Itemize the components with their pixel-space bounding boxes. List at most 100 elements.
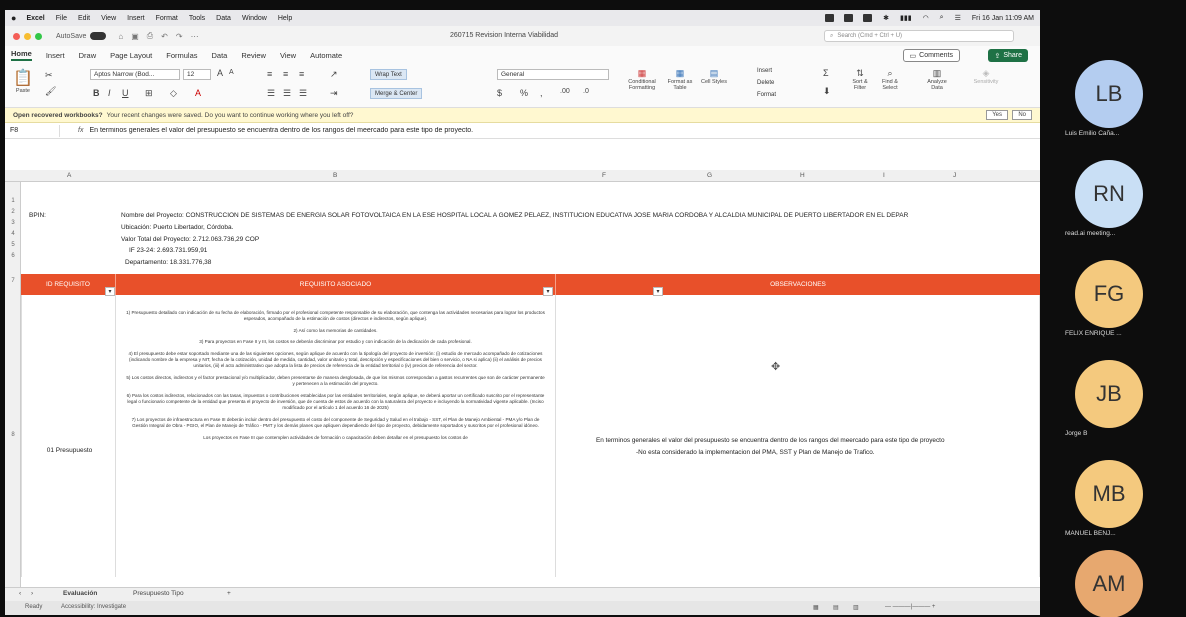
header-requisito-asociado[interactable]: REQUISITO ASOCIADO	[116, 274, 556, 295]
search-icon[interactable]: ⌕	[940, 14, 944, 22]
align-bottom-icon[interactable]: ≡	[299, 69, 304, 79]
fill-icon[interactable]: ⬇	[823, 86, 831, 97]
participant-tile[interactable]: FG FELIX ENRIQUE ...	[1055, 260, 1175, 360]
decrease-decimal-icon[interactable]: .0	[583, 88, 589, 95]
zoom-slider[interactable]: — ———|——— +	[885, 604, 935, 610]
wrap-text-button[interactable]: Wrap Text	[370, 69, 407, 80]
tab-automate[interactable]: Automate	[310, 51, 342, 60]
number-format-select[interactable]: General	[497, 69, 609, 80]
sort-filter-button[interactable]: ⇅ Sort & Filter	[847, 68, 873, 91]
normal-view-icon[interactable]: ▦	[813, 604, 819, 611]
home-icon[interactable]: ⌂	[118, 32, 123, 41]
tab-home[interactable]: Home	[11, 49, 32, 61]
analyze-data-button[interactable]: ▥ Analyze Data	[923, 68, 951, 91]
clock-text[interactable]: Fri 16 Jan 11:09 AM	[972, 15, 1034, 22]
delete-cells-button[interactable]: Delete	[757, 80, 774, 86]
menu-insert[interactable]: Insert	[127, 15, 145, 22]
next-sheet-icon[interactable]: ›	[31, 590, 33, 597]
italic-icon[interactable]: I	[108, 88, 111, 98]
tab-page-layout[interactable]: Page Layout	[110, 51, 152, 60]
participant-tile[interactable]: AM	[1055, 550, 1175, 617]
decrease-font-icon[interactable]: A	[229, 69, 234, 76]
menu-help[interactable]: Help	[278, 15, 292, 22]
tab-insert[interactable]: Insert	[46, 51, 65, 60]
format-cells-button[interactable]: Format	[757, 92, 776, 98]
paste-button[interactable]: 📋 Paste	[13, 68, 33, 94]
find-select-button[interactable]: ⌕ Find & Select	[877, 68, 903, 91]
comments-button[interactable]: ▭ Comments	[902, 49, 960, 62]
share-button[interactable]: ⇪ Share	[988, 49, 1028, 62]
menu-data[interactable]: Data	[216, 15, 231, 22]
notification-no-button[interactable]: No	[1012, 110, 1032, 120]
font-size-select[interactable]: 12	[183, 69, 211, 80]
format-painter-icon[interactable]: 🖌	[45, 86, 56, 97]
align-top-icon[interactable]: ≡	[267, 69, 272, 79]
align-right-icon[interactable]: ☰	[299, 88, 307, 99]
font-name-select[interactable]: Aptos Narrow (Bod...	[90, 69, 180, 80]
add-sheet-icon[interactable]: +	[227, 590, 231, 597]
column-header-j[interactable]: J	[953, 172, 956, 179]
cell-id-requisito[interactable]: 01 Presupuesto	[21, 295, 116, 577]
row-header-7[interactable]: 7	[5, 278, 21, 284]
insert-cells-button[interactable]: Insert	[757, 68, 772, 74]
column-header-h[interactable]: H	[800, 172, 805, 179]
cell-observaciones[interactable]: ✥ En terminos generales el valor del pre…	[556, 295, 1040, 577]
notification-yes-button[interactable]: Yes	[986, 110, 1008, 120]
sheet-tab-presupuesto-tipo[interactable]: Presupuesto Tipo	[133, 590, 184, 597]
undo-icon[interactable]: ↶	[161, 32, 168, 41]
tab-draw[interactable]: Draw	[79, 51, 97, 60]
row-header-4[interactable]: 4	[5, 231, 21, 237]
menu-format[interactable]: Format	[156, 15, 178, 22]
menu-tools[interactable]: Tools	[189, 15, 205, 22]
column-header-g[interactable]: G	[707, 172, 712, 179]
project-total-value[interactable]: Valor Total del Proyecto: 2.712.063.736,…	[121, 236, 259, 243]
cell-requisito-asociado[interactable]: 1) Presupuesto detallado con indicación …	[116, 295, 556, 577]
tab-review[interactable]: Review	[241, 51, 266, 60]
conditional-formatting-button[interactable]: ▦ Conditional Formatting	[625, 68, 659, 91]
merge-center-button[interactable]: Merge & Center	[370, 88, 423, 99]
menu-view[interactable]: View	[101, 15, 116, 22]
control-center-icon[interactable]: ☰	[955, 14, 961, 22]
more-icon[interactable]: ⋯	[191, 32, 199, 41]
row-header-8[interactable]: 8	[5, 432, 21, 438]
column-header-a[interactable]: A	[67, 172, 71, 179]
sensitivity-button[interactable]: ◈ Sensitivity	[970, 68, 1002, 85]
currency-icon[interactable]: $	[497, 88, 502, 98]
menu-window[interactable]: Window	[242, 15, 267, 22]
align-left-icon[interactable]: ☰	[267, 88, 275, 99]
cut-icon[interactable]: ✂	[45, 70, 53, 81]
battery-icon[interactable]: ▮▮▮	[900, 14, 912, 22]
format-as-table-button[interactable]: ▦ Format as Table	[665, 68, 695, 91]
sheet-tab-evaluacion[interactable]: Evaluación	[63, 590, 97, 597]
project-location[interactable]: Ubicación: Puerto Libertador, Córdoba.	[121, 224, 233, 231]
app-status-icon[interactable]	[863, 14, 873, 22]
comma-icon[interactable]: ,	[540, 88, 543, 98]
accessibility-status[interactable]: Accessibility: Investigate	[61, 604, 126, 610]
tab-data[interactable]: Data	[212, 51, 228, 60]
column-header-f[interactable]: F	[602, 172, 606, 179]
font-color-icon[interactable]: A	[195, 88, 201, 98]
prev-sheet-icon[interactable]: ‹	[19, 590, 21, 597]
page-break-view-icon[interactable]: ▥	[853, 604, 859, 611]
project-department-value[interactable]: Departamento: 18.331.776,38	[125, 259, 211, 266]
header-observaciones[interactable]: OBSERVACIONES	[556, 274, 1040, 295]
autosave-toggle[interactable]	[90, 32, 107, 40]
participant-tile[interactable]: MB MANUEL BENJ...	[1055, 460, 1175, 560]
project-name[interactable]: Nombre del Proyecto: CONSTRUCCIÓN DE SIS…	[121, 212, 1040, 219]
borders-icon[interactable]: ⊞	[145, 88, 153, 99]
tab-view[interactable]: View	[280, 51, 296, 60]
header-id-requisito[interactable]: ID REQUISITO	[21, 274, 116, 295]
tab-formulas[interactable]: Formulas	[166, 51, 197, 60]
formula-input[interactable]: En terminos generales el valor del presu…	[89, 127, 473, 134]
fill-color-icon[interactable]: ◇	[170, 88, 177, 99]
align-center-icon[interactable]: ☰	[283, 88, 291, 99]
save-icon[interactable]: ▣	[131, 32, 139, 41]
percent-icon[interactable]: %	[520, 88, 528, 98]
search-input[interactable]: ⌕ Search (Cmd + Ctrl + U)	[824, 30, 1014, 42]
print-icon[interactable]: ⎙	[147, 31, 153, 41]
page-layout-view-icon[interactable]: ▤	[833, 604, 839, 611]
cell-styles-button[interactable]: ▤ Cell Styles	[700, 68, 728, 85]
column-header-i[interactable]: I	[883, 172, 885, 179]
menu-excel[interactable]: Excel	[26, 15, 44, 22]
fx-icon[interactable]: fx	[78, 127, 83, 134]
